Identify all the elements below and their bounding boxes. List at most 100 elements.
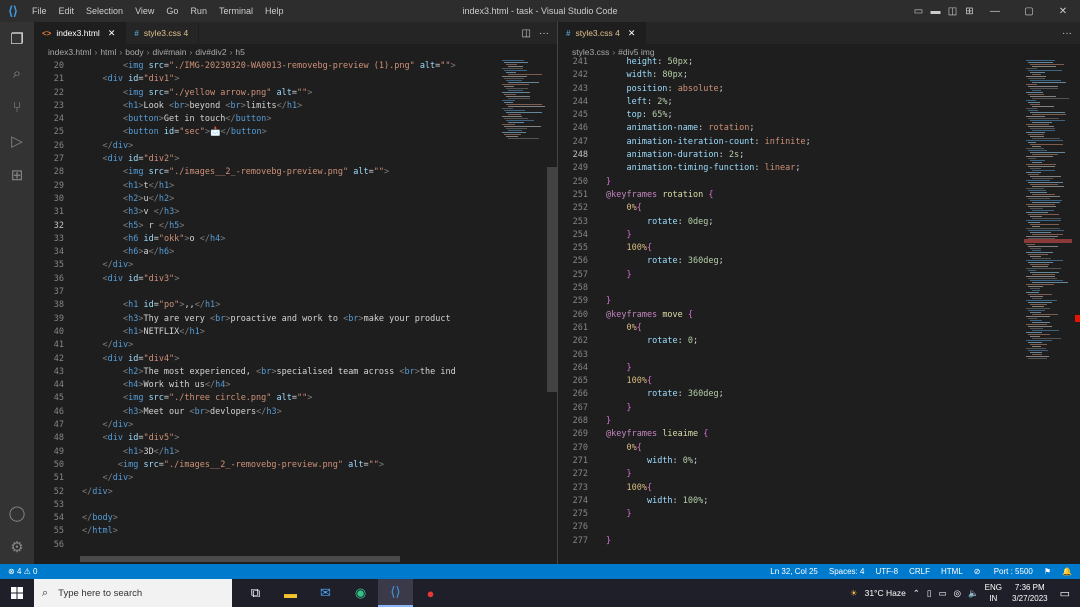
code-line[interactable]: 42 <div id="div4"> — [34, 353, 534, 366]
code-line[interactable]: 48 <div id="div5"> — [34, 432, 534, 445]
code-line[interactable]: 263 — [558, 349, 1018, 362]
code-line[interactable]: 38 <h1 id="po">,,</h1> — [34, 299, 534, 312]
minimap[interactable] — [500, 60, 550, 564]
code-line[interactable]: 269 @keyframes lieaime { — [558, 428, 1018, 441]
code-line[interactable]: 52 </div> — [34, 486, 534, 499]
breadcrumb-item[interactable]: div#main — [153, 47, 187, 57]
code-line[interactable]: 41 </div> — [34, 339, 534, 352]
code-line[interactable]: 25 <button id="sec">📩</button> — [34, 126, 534, 139]
code-line[interactable]: 33 <h6 id="okk">o </h4> — [34, 233, 534, 246]
code-line[interactable]: 31 <h3>v </h3> — [34, 206, 534, 219]
code-line[interactable]: 251 @keyframes rotation { — [558, 189, 1018, 202]
code-line[interactable]: 22 <img src="./yellow arrow.png" alt=""> — [34, 87, 534, 100]
search-icon[interactable]: ⌕ — [0, 56, 34, 90]
menu-item-run[interactable]: Run — [184, 6, 213, 16]
volume-icon[interactable]: 🔈 — [968, 588, 979, 599]
breadcrumb-item[interactable]: h5 — [235, 47, 244, 57]
code-line[interactable]: 36 <div id="div3"> — [34, 273, 534, 286]
code-line[interactable]: 272 } — [558, 468, 1018, 481]
code-line[interactable]: 51 </div> — [34, 472, 534, 485]
code-line[interactable]: 254 } — [558, 229, 1018, 242]
minimap[interactable] — [1024, 60, 1074, 564]
account-icon[interactable]: ◯ — [0, 496, 34, 530]
code-line[interactable]: 20 <img src="./IMG-20230320-WA0013-remov… — [34, 60, 534, 73]
more-actions-icon[interactable]: ··· — [539, 28, 549, 39]
code-area[interactable]: 241 height: 50px; 242 width: 80px; 243 pos… — [558, 56, 1018, 560]
explorer-icon[interactable]: ❐ — [0, 22, 34, 56]
close-button[interactable]: ✕ — [1046, 6, 1080, 17]
code-line[interactable]: 270 0%{ — [558, 442, 1018, 455]
notifications-icon[interactable]: 🔔 — [1062, 567, 1072, 576]
code-line[interactable]: 273 100%{ — [558, 482, 1018, 495]
code-line[interactable]: 267 } — [558, 402, 1018, 415]
split-editor-icon[interactable]: ◫ — [522, 28, 531, 39]
source-control-icon[interactable]: ⑂ — [0, 90, 34, 124]
code-line[interactable]: 47 </div> — [34, 419, 534, 432]
close-tab-icon[interactable]: ✕ — [108, 28, 116, 39]
toggle-secondary-sidebar-icon[interactable]: ◫ — [944, 6, 961, 17]
code-line[interactable]: 27 <div id="div2"> — [34, 153, 534, 166]
breadcrumb-item[interactable]: index3.html — [48, 47, 91, 57]
breadcrumb-item[interactable]: div#div2 — [195, 47, 226, 57]
code-line[interactable]: 26 </div> — [34, 140, 534, 153]
menu-item-file[interactable]: File — [26, 6, 53, 16]
feedback-icon[interactable]: ⚑ — [1044, 567, 1051, 576]
code-line[interactable]: 253 rotate: 0deg; — [558, 216, 1018, 229]
horizontal-scrollbar[interactable] — [80, 556, 400, 562]
code-line[interactable]: 242 width: 80px; — [558, 69, 1018, 82]
code-line[interactable]: 45 <img src="./three circle.png" alt=""> — [34, 392, 534, 405]
toggle-sidebar-icon[interactable]: ▭ — [910, 6, 927, 17]
code-line[interactable]: 55 </html> — [34, 525, 534, 538]
customize-layout-icon[interactable]: ⊞ — [961, 6, 978, 17]
device-icon[interactable]: ▯ — [927, 588, 932, 599]
code-line[interactable]: 49 <h1>3D</h1> — [34, 446, 534, 459]
code-line[interactable]: 54 </body> — [34, 512, 534, 525]
notification-center-icon[interactable]: ▭ — [1060, 587, 1070, 600]
code-line[interactable]: 247 animation-iteration-count: infinite; — [558, 136, 1018, 149]
code-line[interactable]: 46 <h3>Meet our <br>devlopers</h3> — [34, 406, 534, 419]
code-line[interactable]: 24 <button>Get in touch</button> — [34, 113, 534, 126]
close-tab-icon[interactable]: ✕ — [628, 28, 636, 39]
code-line[interactable]: 249 animation-timing-function: linear; — [558, 162, 1018, 175]
menu-item-edit[interactable]: Edit — [53, 6, 81, 16]
code-area[interactable]: 20 <img src="./IMG-20230320-WA0013-remov… — [34, 60, 534, 564]
code-line[interactable]: 255 100%{ — [558, 242, 1018, 255]
code-line[interactable]: 252 0%{ — [558, 202, 1018, 215]
cursor-position[interactable]: Ln 32, Col 25 — [770, 567, 818, 576]
show-hidden-icons-icon[interactable]: ⌃ — [913, 588, 920, 599]
problems-indicator[interactable]: ⊗ 4 ⚠ 0 — [0, 567, 37, 576]
code-line[interactable]: 40 <h1>NETFLIX</h1> — [34, 326, 534, 339]
manage-gear-icon[interactable]: ⚙ — [0, 530, 34, 564]
code-line[interactable]: 275 } — [558, 508, 1018, 521]
breadcrumb-item[interactable]: html — [100, 47, 116, 57]
code-line[interactable]: 28 <img src="./images__2_-removebg-previ… — [34, 166, 534, 179]
menu-item-view[interactable]: View — [129, 6, 160, 16]
code-line[interactable]: 257 } — [558, 269, 1018, 282]
run-debug-icon[interactable]: ▷ — [0, 124, 34, 158]
file-explorer-icon[interactable]: ▬ — [273, 579, 308, 607]
menu-item-terminal[interactable]: Terminal — [213, 6, 259, 16]
edge-browser-icon[interactable]: ◉ — [343, 579, 378, 607]
code-line[interactable]: 56 — [34, 539, 534, 552]
code-line[interactable]: 261 0%{ — [558, 322, 1018, 335]
extensions-icon[interactable]: ⊞ — [0, 158, 34, 192]
minimize-button[interactable]: — — [978, 6, 1012, 17]
code-line[interactable]: 35 </div> — [34, 259, 534, 272]
breadcrumb-item[interactable]: body — [125, 47, 143, 57]
code-line[interactable]: 23 <h1>Look <br>beyond <br>limits</h1> — [34, 100, 534, 113]
code-line[interactable]: 277} — [558, 535, 1018, 548]
code-line[interactable]: 32 <h5> r </h5> — [34, 220, 534, 233]
code-line[interactable]: 264 } — [558, 362, 1018, 375]
code-line[interactable]: 271 width: 0%; — [558, 455, 1018, 468]
language-mode[interactable]: HTML — [941, 567, 963, 576]
code-line[interactable]: 243 position: absolute; — [558, 83, 1018, 96]
maximize-button[interactable]: ▢ — [1012, 6, 1046, 17]
battery-icon[interactable]: ▭ — [939, 588, 947, 599]
tab-style3-css[interactable]: # style3.css 4 ✕ — [558, 22, 647, 44]
code-line[interactable]: 250} — [558, 176, 1018, 189]
code-line[interactable]: 265 100%{ — [558, 375, 1018, 388]
live-server-port[interactable]: ⊘ Port : 5500 — [974, 567, 1033, 576]
weather-label[interactable]: 31°C Haze — [865, 588, 906, 598]
tab-index3-html[interactable]: <> index3.html ✕ — [34, 22, 127, 44]
code-line[interactable]: 259} — [558, 295, 1018, 308]
